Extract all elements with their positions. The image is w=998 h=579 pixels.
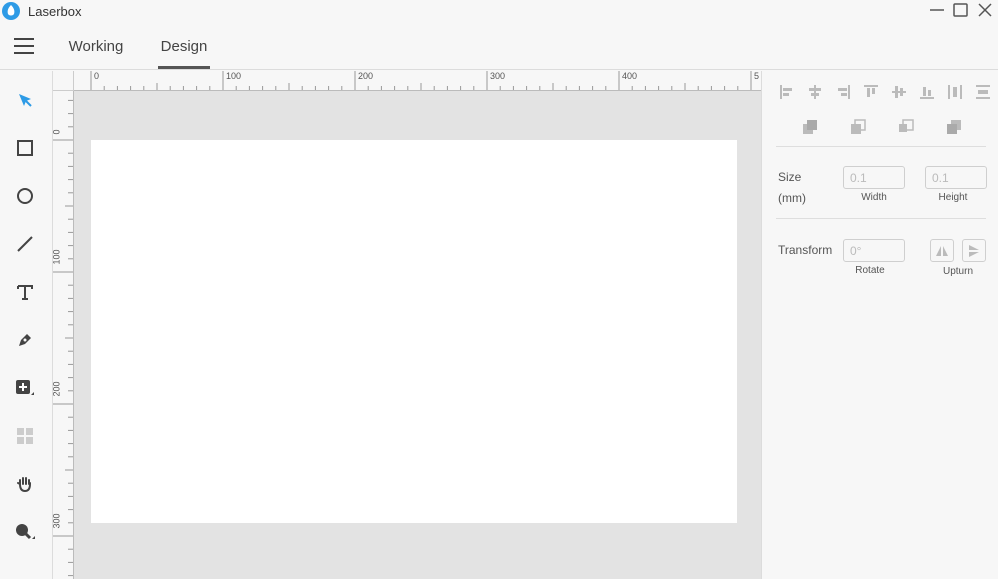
ruler-label: 100 (53, 249, 62, 265)
ruler-label: 5 (754, 71, 760, 81)
width-caption: Width (861, 192, 887, 203)
flip-horizontal-icon (936, 245, 948, 256)
align-left-icon[interactable] (778, 83, 796, 101)
close-button[interactable] (974, 0, 996, 22)
flip-vertical-button[interactable] (962, 239, 986, 262)
rotate-caption: Rotate (855, 265, 885, 276)
upturn-caption: Upturn (942, 266, 973, 277)
distribute-horizontal-icon[interactable] (946, 83, 964, 101)
flip-vertical-icon (969, 244, 979, 257)
rectangle-tool-button[interactable] (10, 133, 40, 163)
ruler-label: 300 (53, 513, 62, 529)
design-canvas[interactable] (74, 91, 761, 579)
send-backward-icon[interactable] (898, 119, 914, 135)
ellipse-tool-button[interactable] (10, 181, 40, 211)
align-bottom-icon[interactable] (918, 83, 936, 101)
select-icon (19, 94, 32, 107)
line-icon (17, 236, 33, 252)
minimize-button[interactable] (926, 0, 948, 22)
text-tool-button[interactable] (10, 277, 40, 307)
ruler-label: 200 (358, 71, 374, 81)
align-toolbar (772, 83, 992, 101)
ruler-label: 0 (94, 71, 100, 81)
zoom-tool-button[interactable] (10, 517, 40, 547)
align-center-icon[interactable] (806, 83, 824, 101)
tool-bar (0, 71, 53, 579)
properties-panel: Size (mm) 0.1 0.1 Width Height Transform… (761, 71, 998, 579)
hand-tool-button[interactable] (10, 469, 40, 499)
app-title: Laserbox (28, 4, 82, 19)
ruler-label: 200 (53, 381, 62, 397)
horizontal-ruler: 0 100 200 300 400 5 (74, 71, 761, 91)
add-shape-icon (16, 380, 34, 395)
flip-horizontal-button[interactable] (930, 239, 954, 262)
transform-label: Transform (778, 243, 833, 257)
ruler-label: 400 (622, 71, 638, 81)
bring-forward-icon[interactable] (850, 119, 866, 135)
text-icon (17, 285, 33, 300)
menu-bar: Working Design (0, 22, 998, 70)
select-tool-button[interactable] (10, 85, 40, 115)
tab-working[interactable]: Working (67, 38, 125, 70)
vertical-ruler-ticks (53, 99, 73, 577)
title-bar: Laserbox (0, 0, 998, 22)
add-shape-tool-button[interactable] (10, 373, 40, 403)
rectangle-icon (17, 140, 33, 156)
ruler-label: 100 (226, 71, 242, 81)
align-right-icon[interactable] (834, 83, 852, 101)
panel-divider (776, 146, 986, 147)
menu-icon[interactable] (14, 38, 34, 56)
distribute-vertical-icon[interactable] (974, 83, 992, 101)
vertical-ruler: 0 100 200 300 (53, 91, 74, 579)
height-field[interactable]: 0.1 (925, 166, 987, 189)
align-middle-icon[interactable] (890, 83, 908, 101)
hand-icon (17, 477, 31, 493)
panel-divider (776, 218, 986, 219)
grid-icon (17, 428, 33, 444)
size-unit-label: (mm) (778, 191, 806, 205)
pen-tool-button[interactable] (10, 325, 40, 355)
horizontal-ruler-ticks (90, 71, 752, 90)
work-area[interactable] (91, 140, 737, 523)
maximize-button[interactable] (950, 0, 972, 22)
tab-design[interactable]: Design (158, 38, 210, 70)
bring-to-front-icon[interactable] (802, 119, 818, 135)
size-label: Size (778, 170, 802, 184)
ruler-label: 0 (53, 129, 62, 134)
align-top-icon[interactable] (862, 83, 880, 101)
pen-icon (19, 334, 31, 346)
ellipse-icon (17, 188, 33, 204)
grid-tool-button[interactable] (10, 421, 40, 451)
ruler-corner (53, 71, 74, 91)
send-to-back-icon[interactable] (946, 119, 962, 135)
zoom-icon (16, 524, 35, 540)
ruler-label: 300 (490, 71, 506, 81)
width-field[interactable]: 0.1 (843, 166, 905, 189)
height-caption: Height (938, 192, 968, 203)
app-logo-icon (2, 2, 20, 20)
rotate-field[interactable]: 0° (843, 239, 905, 262)
line-tool-button[interactable] (10, 229, 40, 259)
